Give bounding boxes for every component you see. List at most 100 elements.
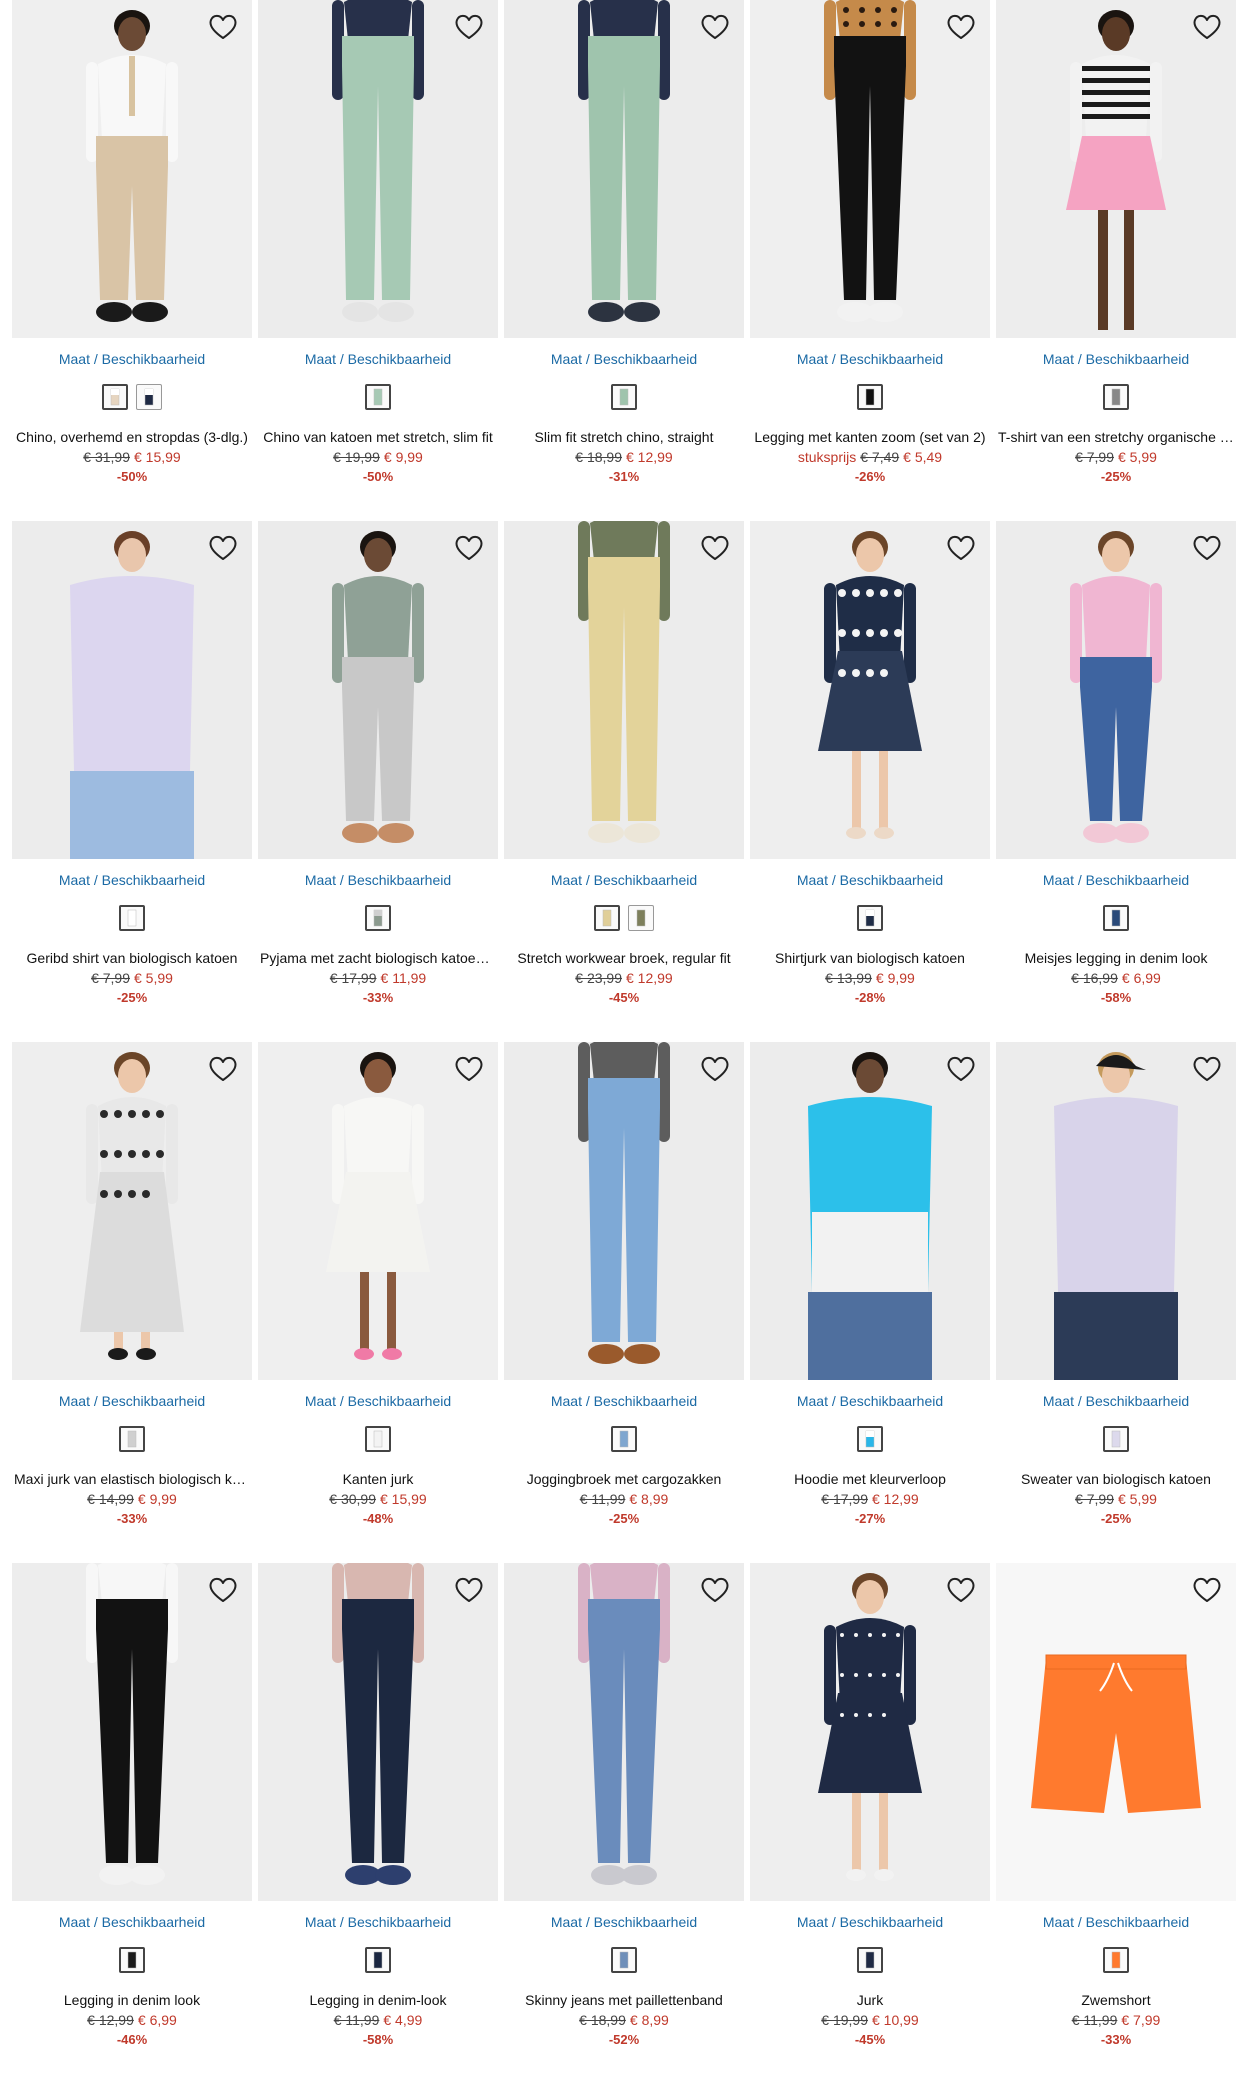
product-card[interactable]: Maat / Beschikbaarheid Meisjes legging in… — [996, 521, 1236, 1042]
product-card[interactable]: Maat / Beschikbaarheid Maxi jurk van elas… — [12, 1042, 252, 1563]
product-card[interactable]: Maat / Beschikbaarheid Shirtjurk van biol… — [750, 521, 990, 1042]
product-name[interactable]: T-shirt van een stretchy organische kato… — [996, 428, 1236, 446]
product-image[interactable] — [12, 1042, 252, 1380]
wishlist-button[interactable] — [944, 531, 978, 565]
product-card[interactable]: Maat / Beschikbaarheid Chino, overhemd en… — [12, 0, 252, 521]
product-image[interactable] — [996, 0, 1236, 338]
product-card[interactable]: Maat / Beschikbaarheid T-shirt van een st… — [996, 0, 1236, 521]
product-card[interactable]: Maat / Beschikbaarheid Joggingbroek met c… — [504, 1042, 744, 1563]
product-name[interactable]: Chino van katoen met stretch, slim fit — [258, 428, 498, 446]
product-image[interactable] — [750, 1563, 990, 1901]
size-availability-link[interactable]: Maat / Beschikbaarheid — [750, 1392, 990, 1410]
wishlist-button[interactable] — [698, 531, 732, 565]
size-availability-link[interactable]: Maat / Beschikbaarheid — [504, 871, 744, 889]
product-name[interactable]: Stretch workwear broek, regular fit — [504, 949, 744, 967]
wishlist-button[interactable] — [944, 1052, 978, 1086]
size-availability-link[interactable]: Maat / Beschikbaarheid — [750, 1913, 990, 1931]
size-availability-link[interactable]: Maat / Beschikbaarheid — [258, 1392, 498, 1410]
color-swatch[interactable] — [594, 905, 620, 931]
color-swatch[interactable] — [1103, 905, 1129, 931]
product-name[interactable]: Sweater van biologisch katoen — [996, 1470, 1236, 1488]
product-card[interactable]: Maat / Beschikbaarheid Sweater van biolog… — [996, 1042, 1236, 1563]
color-swatch[interactable] — [365, 1947, 391, 1973]
color-swatch[interactable] — [119, 1947, 145, 1973]
size-availability-link[interactable]: Maat / Beschikbaarheid — [258, 871, 498, 889]
product-name[interactable]: Chino, overhemd en stropdas (3-dlg.) — [12, 428, 252, 446]
product-card[interactable]: Maat / Beschikbaarheid Hoodie met kleurve… — [750, 1042, 990, 1563]
wishlist-button[interactable] — [206, 531, 240, 565]
color-swatch[interactable] — [1103, 384, 1129, 410]
product-image[interactable] — [996, 521, 1236, 859]
color-swatch[interactable] — [1103, 1426, 1129, 1452]
product-image[interactable] — [504, 0, 744, 338]
color-swatch[interactable] — [119, 1426, 145, 1452]
product-card[interactable]: Maat / Beschikbaarheid Zwemshort € 11,99 € … — [996, 1563, 1236, 2084]
wishlist-button[interactable] — [452, 531, 486, 565]
product-name[interactable]: Kanten jurk — [258, 1470, 498, 1488]
size-availability-link[interactable]: Maat / Beschikbaarheid — [996, 1392, 1236, 1410]
product-name[interactable]: Joggingbroek met cargozakken — [504, 1470, 744, 1488]
product-card[interactable]: Maat / Beschikbaarheid Skinny jeans met p… — [504, 1563, 744, 2084]
product-image[interactable] — [504, 1042, 744, 1380]
product-name[interactable]: Meisjes legging in denim look — [996, 949, 1236, 967]
size-availability-link[interactable]: Maat / Beschikbaarheid — [750, 350, 990, 368]
product-name[interactable]: Jurk — [750, 1991, 990, 2009]
wishlist-button[interactable] — [452, 1052, 486, 1086]
color-swatch[interactable] — [611, 1426, 637, 1452]
product-image[interactable] — [996, 1563, 1236, 1901]
product-name[interactable]: Pyjama met zacht biologisch katoen (2-dl… — [258, 949, 498, 967]
size-availability-link[interactable]: Maat / Beschikbaarheid — [12, 350, 252, 368]
product-image[interactable] — [504, 1563, 744, 1901]
product-name[interactable]: Legging in denim-look — [258, 1991, 498, 2009]
size-availability-link[interactable]: Maat / Beschikbaarheid — [12, 871, 252, 889]
product-card[interactable]: Maat / Beschikbaarheid Legging in denim-l… — [258, 1563, 498, 2084]
size-availability-link[interactable]: Maat / Beschikbaarheid — [258, 1913, 498, 1931]
size-availability-link[interactable]: Maat / Beschikbaarheid — [996, 350, 1236, 368]
wishlist-button[interactable] — [1190, 1052, 1224, 1086]
color-swatch[interactable] — [102, 384, 128, 410]
product-image[interactable] — [12, 0, 252, 338]
color-swatch[interactable] — [611, 384, 637, 410]
size-availability-link[interactable]: Maat / Beschikbaarheid — [996, 871, 1236, 889]
color-swatch[interactable] — [611, 1947, 637, 1973]
product-name[interactable]: Geribd shirt van biologisch katoen — [12, 949, 252, 967]
product-image[interactable] — [996, 1042, 1236, 1380]
product-name[interactable]: Maxi jurk van elastisch biologisch katoe… — [12, 1470, 252, 1488]
product-name[interactable]: Zwemshort — [996, 1991, 1236, 2009]
product-card[interactable]: Maat / Beschikbaarheid Geribd shirt van b… — [12, 521, 252, 1042]
wishlist-button[interactable] — [206, 1573, 240, 1607]
product-name[interactable]: Skinny jeans met paillettenband — [504, 1991, 744, 2009]
product-name[interactable]: Slim fit stretch chino, straight — [504, 428, 744, 446]
wishlist-button[interactable] — [1190, 531, 1224, 565]
size-availability-link[interactable]: Maat / Beschikbaarheid — [504, 350, 744, 368]
size-availability-link[interactable]: Maat / Beschikbaarheid — [12, 1392, 252, 1410]
wishlist-button[interactable] — [206, 1052, 240, 1086]
product-name[interactable]: Shirtjurk van biologisch katoen — [750, 949, 990, 967]
wishlist-button[interactable] — [1190, 10, 1224, 44]
product-card[interactable]: Maat / Beschikbaarheid Chino van katoen m… — [258, 0, 498, 521]
size-availability-link[interactable]: Maat / Beschikbaarheid — [504, 1392, 744, 1410]
color-swatch[interactable] — [857, 1426, 883, 1452]
product-image[interactable] — [750, 0, 990, 338]
product-card[interactable]: Maat / Beschikbaarheid Kanten jurk € 30,99… — [258, 1042, 498, 1563]
product-image[interactable] — [12, 1563, 252, 1901]
color-swatch[interactable] — [365, 1426, 391, 1452]
color-swatch[interactable] — [136, 384, 162, 410]
wishlist-button[interactable] — [698, 1052, 732, 1086]
product-card[interactable]: Maat / Beschikbaarheid Legging in denim l… — [12, 1563, 252, 2084]
product-image[interactable] — [750, 1042, 990, 1380]
color-swatch[interactable] — [119, 905, 145, 931]
size-availability-link[interactable]: Maat / Beschikbaarheid — [750, 871, 990, 889]
wishlist-button[interactable] — [206, 10, 240, 44]
color-swatch[interactable] — [857, 905, 883, 931]
color-swatch[interactable] — [628, 905, 654, 931]
product-card[interactable]: Maat / Beschikbaarheid Legging met kanten… — [750, 0, 990, 521]
wishlist-button[interactable] — [1190, 1573, 1224, 1607]
product-name[interactable]: Hoodie met kleurverloop — [750, 1470, 990, 1488]
color-swatch[interactable] — [1103, 1947, 1129, 1973]
size-availability-link[interactable]: Maat / Beschikbaarheid — [12, 1913, 252, 1931]
color-swatch[interactable] — [365, 384, 391, 410]
color-swatch[interactable] — [857, 384, 883, 410]
product-name[interactable]: Legging met kanten zoom (set van 2) — [750, 428, 990, 446]
wishlist-button[interactable] — [452, 10, 486, 44]
